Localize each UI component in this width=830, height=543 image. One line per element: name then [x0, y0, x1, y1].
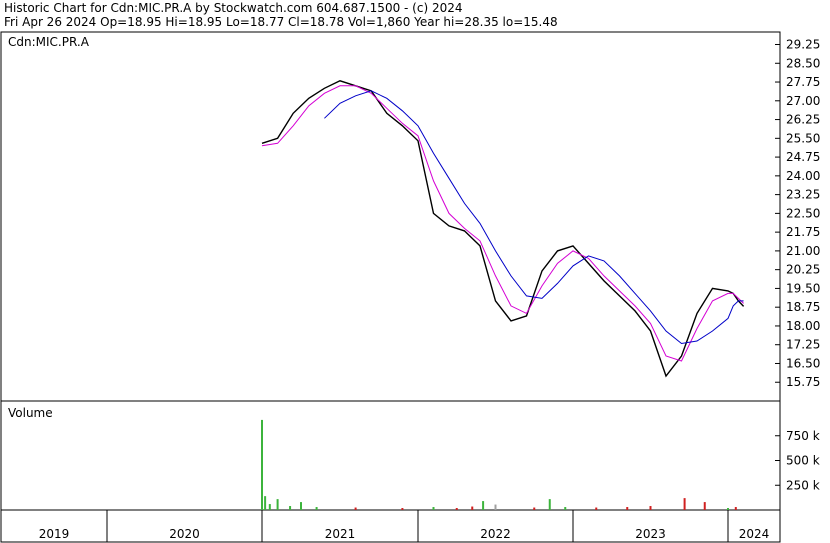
- year-label-2019: 2019: [39, 527, 70, 541]
- year-label-2020: 2020: [169, 527, 200, 541]
- stock-chart: Cdn:MIC.PR.A Volume 29.25 28.50 27.75 27.00…: [0, 31, 820, 543]
- volume-bar-9: [432, 507, 435, 510]
- price-tick-label-3: 27.00: [786, 94, 820, 108]
- volume-bar-15: [548, 499, 551, 510]
- volume-bar-1: [264, 496, 267, 510]
- price-tick-label-17: 16.50: [786, 356, 820, 370]
- volume-bar-18: [626, 507, 629, 510]
- price-tick-label-18: 15.75: [786, 375, 820, 389]
- price-axis-ticks: 29.25 28.50 27.75 27.00 26.25 25.50 24.75 24.00…: [775, 38, 820, 389]
- volume-bar-7: [354, 507, 357, 510]
- volume-bar-4: [289, 506, 292, 510]
- volume-bar-19: [649, 506, 652, 510]
- volume-bar-12: [482, 501, 485, 510]
- volume-axis-ticks: 750 k 500 k 250 k: [775, 429, 820, 492]
- price-tick-label-11: 21.00: [786, 244, 820, 258]
- volume-bar-14: [533, 507, 536, 510]
- volume-bar-20: [683, 498, 686, 510]
- volume-bar-6: [315, 507, 318, 510]
- volume-bar-17: [595, 507, 598, 510]
- price-tick-label-1: 28.50: [786, 56, 820, 70]
- volume-bar-8: [401, 508, 404, 510]
- volume-bar-3: [276, 499, 279, 510]
- volume-panel-frame: [0, 400, 781, 511]
- price-tick-label-6: 24.75: [786, 150, 820, 164]
- price-tick-label-16: 17.25: [786, 338, 820, 352]
- price-tick-label-12: 20.25: [786, 263, 820, 277]
- price-tick-label-14: 18.75: [786, 300, 820, 314]
- volume-tick-label-2: 250 k: [786, 478, 820, 492]
- volume-bar-22: [727, 508, 729, 510]
- price-tick-label-13: 19.50: [786, 281, 820, 295]
- volume-tick-label-0: 750 k: [786, 429, 820, 443]
- volume-tick-label-1: 500 k: [786, 454, 820, 468]
- price-tick-label-7: 24.00: [786, 169, 820, 183]
- year-label-2024: 2024: [739, 527, 770, 541]
- volume-bar-2: [268, 504, 271, 510]
- volume-bar-5: [300, 502, 302, 510]
- volume-bar-23: [734, 507, 737, 510]
- symbol-label: Cdn:MIC.PR.A: [8, 35, 90, 49]
- price-tick-label-5: 25.50: [786, 131, 820, 145]
- volume-bar-0: [261, 419, 263, 510]
- volume-bar-16: [564, 507, 567, 510]
- year-label-2022: 2022: [480, 527, 511, 541]
- price-tick-label-0: 29.25: [786, 38, 820, 52]
- year-label-2023: 2023: [635, 527, 666, 541]
- price-tick-label-8: 23.25: [786, 188, 820, 202]
- price-panel-frame: [0, 31, 781, 402]
- price-tick-label-2: 27.75: [786, 75, 820, 89]
- price-tick-label-4: 26.25: [786, 113, 820, 127]
- volume-bar-10: [455, 508, 458, 510]
- volume-bar-11: [471, 506, 474, 510]
- volume-bar-21: [703, 502, 706, 510]
- price-tick-label-10: 21.75: [786, 225, 820, 239]
- volume-label: Volume: [8, 406, 53, 420]
- volume-bar-13: [494, 504, 497, 510]
- price-tick-label-15: 18.00: [786, 319, 820, 333]
- price-tick-label-9: 22.50: [786, 206, 820, 220]
- year-label-2021: 2021: [325, 527, 356, 541]
